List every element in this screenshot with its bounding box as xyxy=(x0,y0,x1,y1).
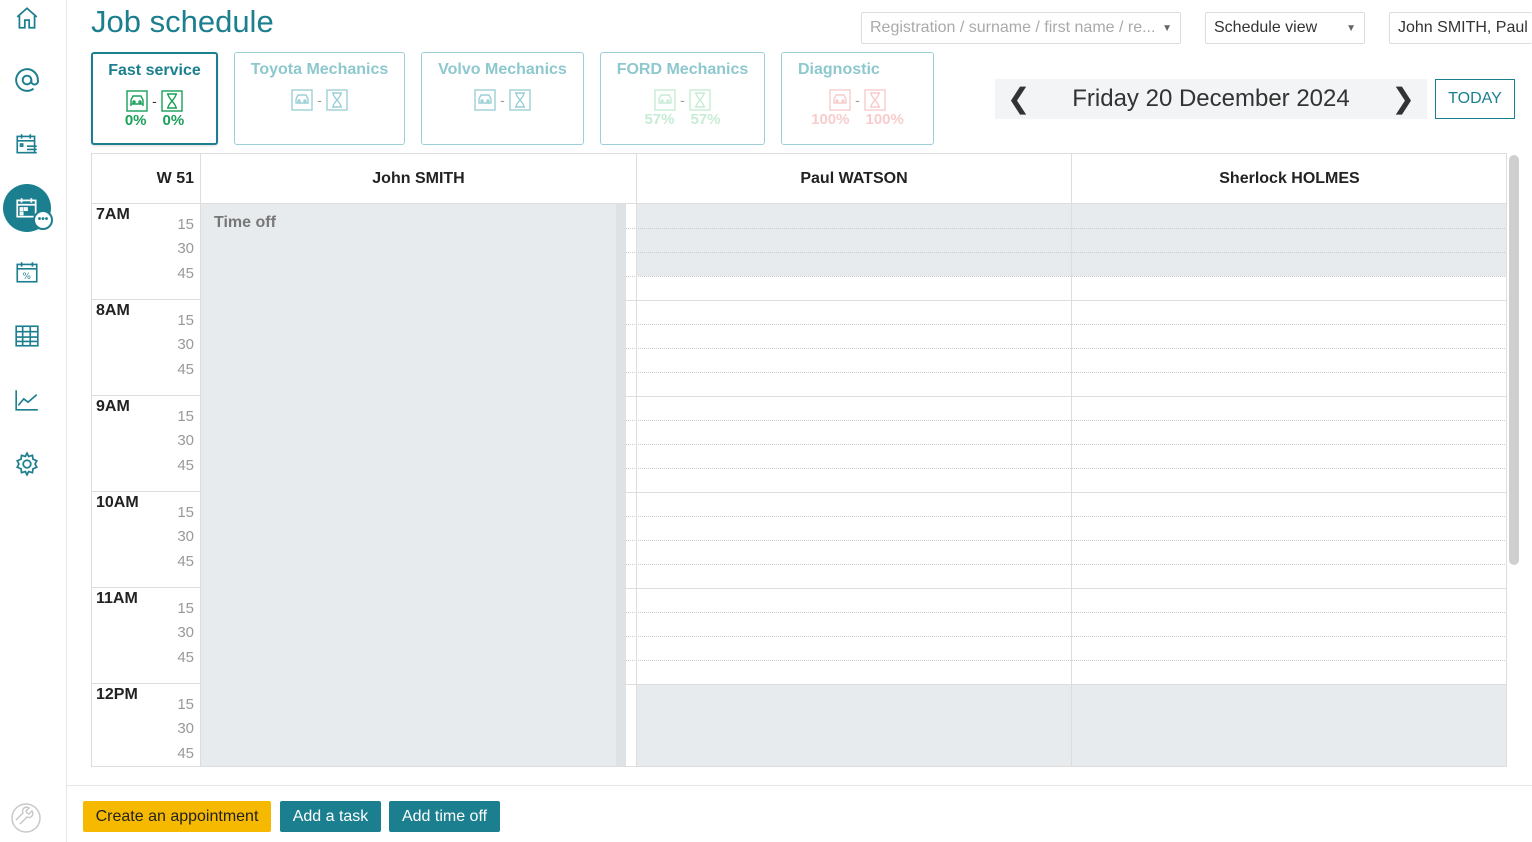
hour-label: 12PM xyxy=(96,686,138,703)
add-time-off-button[interactable]: Add time off xyxy=(389,801,500,832)
team-card-volvo[interactable]: Volvo Mechanics - xyxy=(421,52,584,145)
hourglass-icon xyxy=(689,89,711,111)
hour-slot: 7AM 15 30 45 xyxy=(92,204,200,300)
search-placeholder: Registration / surname / first name / re… xyxy=(870,19,1156,36)
team-name: FORD Mechanics xyxy=(616,61,749,78)
team-name: Toyota Mechanics xyxy=(250,61,389,78)
svg-text:%: % xyxy=(23,272,31,282)
quarter-label: 30 xyxy=(177,432,194,449)
date-navigator: ❮ Friday 20 December 2024 ❯ xyxy=(995,79,1427,119)
hourglass-icon xyxy=(509,89,531,111)
hour-label: 7AM xyxy=(96,206,130,223)
schedule-body[interactable]: Time off xyxy=(201,204,1506,766)
chevron-left-icon[interactable]: ❮ xyxy=(1007,85,1030,113)
team-card-diagnostic[interactable]: Diagnostic - 100% 100% xyxy=(781,52,934,145)
team-name: Diagnostic xyxy=(798,61,880,78)
car-icon xyxy=(829,89,851,111)
chevron-right-icon[interactable]: ❯ xyxy=(1392,85,1415,113)
quarter-label: 30 xyxy=(177,720,194,737)
hour-label: 11AM xyxy=(96,590,138,607)
team-card-toyota[interactable]: Toyota Mechanics - xyxy=(234,52,405,145)
team-card-fast-service[interactable]: Fast service - 0% 0% xyxy=(91,52,218,145)
user-select-value: John SMITH, Paul xyxy=(1398,19,1528,36)
column-header[interactable]: Sherlock HOLMES xyxy=(1072,154,1506,204)
quarter-label: 15 xyxy=(177,600,194,617)
table-icon[interactable] xyxy=(0,312,54,360)
create-appointment-button[interactable]: Create an appointment xyxy=(83,801,271,832)
car-icon xyxy=(654,89,676,111)
quarter-label: 30 xyxy=(177,528,194,545)
car-icon xyxy=(474,89,496,111)
unavailable-block xyxy=(637,204,1506,276)
team-name: Volvo Mechanics xyxy=(438,61,567,78)
hour-slot: 12PM 15 30 45 xyxy=(92,684,200,766)
hourglass-icon xyxy=(161,90,183,112)
current-date: Friday 20 December 2024 xyxy=(1072,85,1350,112)
chevron-down-icon: ▼ xyxy=(1162,22,1172,34)
column-header[interactable]: John SMITH xyxy=(201,154,637,204)
week-number: W 51 xyxy=(92,154,201,204)
today-button[interactable]: TODAY xyxy=(1435,79,1515,119)
team-name: Fast service xyxy=(108,62,201,79)
quarter-label: 45 xyxy=(177,553,194,570)
unavailable-block xyxy=(637,684,1506,766)
waiting-pct: 57% xyxy=(690,111,721,128)
at-icon[interactable] xyxy=(0,56,54,104)
quarter-label: 15 xyxy=(177,216,194,233)
hourglass-icon xyxy=(326,89,348,111)
quarter-label: 15 xyxy=(177,408,194,425)
occupancy-pct: 0% xyxy=(124,112,147,129)
schedule-header: W 51 John SMITH Paul WATSON Sherlock HOL… xyxy=(92,154,1506,204)
team-card-ford[interactable]: FORD Mechanics - 57% 57% xyxy=(600,52,765,145)
schedule-grid: W 51 John SMITH Paul WATSON Sherlock HOL… xyxy=(91,153,1507,767)
search-input[interactable]: Registration / surname / first name / re… xyxy=(861,12,1181,44)
waiting-pct: 100% xyxy=(865,111,904,128)
hour-slot: 10AM 15 30 45 xyxy=(92,492,200,588)
quarter-label: 45 xyxy=(177,745,194,762)
chart-line-icon[interactable] xyxy=(0,376,54,424)
page-title: Job schedule xyxy=(91,4,274,39)
occupancy-pct: 57% xyxy=(644,111,675,128)
quarter-label: 15 xyxy=(177,696,194,713)
gear-icon[interactable] xyxy=(0,440,54,488)
wrench-icon[interactable] xyxy=(10,802,42,834)
side-nav: ••• % xyxy=(0,0,67,842)
quarter-label: 15 xyxy=(177,504,194,521)
hour-label: 9AM xyxy=(96,398,130,415)
chevron-down-icon: ▼ xyxy=(1346,22,1356,34)
view-select-value: Schedule view xyxy=(1214,19,1318,36)
add-task-button[interactable]: Add a task xyxy=(280,801,381,832)
occupancy-pct: 100% xyxy=(811,111,850,128)
quarter-label: 30 xyxy=(177,240,194,257)
quarter-label: 45 xyxy=(177,265,194,282)
hour-gutter: 7AM 15 30 45 8AM 15 30 45 9AM 15 30 45 1… xyxy=(92,204,201,766)
car-icon xyxy=(291,89,313,111)
column-header[interactable]: Paul WATSON xyxy=(637,154,1072,204)
quarter-label: 45 xyxy=(177,649,194,666)
hour-slot: 8AM 15 30 45 xyxy=(92,300,200,396)
hour-label: 8AM xyxy=(96,302,130,319)
scrollbar[interactable] xyxy=(1509,155,1519,565)
quarter-label: 30 xyxy=(177,624,194,641)
hourglass-icon xyxy=(864,89,886,111)
waiting-pct: 0% xyxy=(162,112,185,129)
user-select[interactable]: John SMITH, Paul xyxy=(1389,12,1532,44)
calendar-percent-icon[interactable]: % xyxy=(0,248,54,296)
hour-slot: 9AM 15 30 45 xyxy=(92,396,200,492)
time-off-block[interactable]: Time off xyxy=(201,204,626,766)
view-select[interactable]: Schedule view ▼ xyxy=(1205,12,1365,44)
quarter-label: 15 xyxy=(177,312,194,329)
calendar-list-icon[interactable] xyxy=(0,120,54,168)
time-off-label: Time off xyxy=(214,214,276,231)
calendar-more-icon[interactable]: ••• xyxy=(0,184,54,232)
hour-label: 10AM xyxy=(96,494,139,511)
quarter-label: 30 xyxy=(177,336,194,353)
quarter-label: 45 xyxy=(177,457,194,474)
hour-slot: 11AM 15 30 45 xyxy=(92,588,200,684)
car-icon xyxy=(126,90,148,112)
quarter-label: 45 xyxy=(177,361,194,378)
home-icon[interactable] xyxy=(0,0,54,42)
more-dots-icon: ••• xyxy=(33,210,53,230)
